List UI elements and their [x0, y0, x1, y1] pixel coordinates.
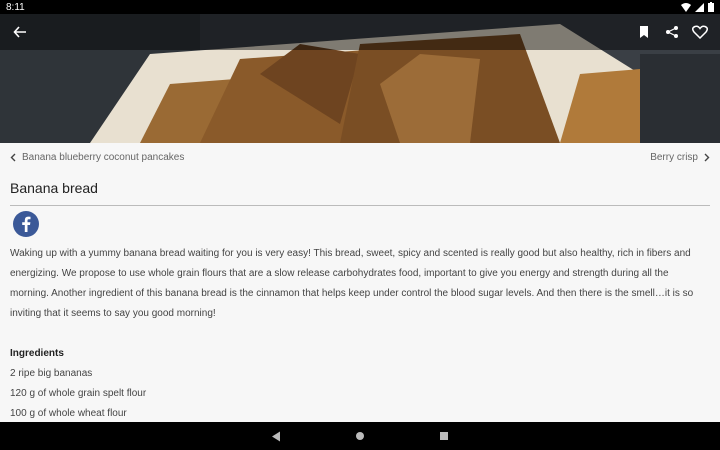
- bookmark-button[interactable]: [632, 20, 656, 44]
- status-bar: 8:11: [0, 0, 720, 14]
- triangle-back-icon: [272, 431, 280, 441]
- chevron-right-icon: [704, 153, 710, 161]
- square-recents-icon: [440, 432, 448, 440]
- heart-icon: [692, 25, 708, 39]
- ingredients-heading: Ingredients: [10, 348, 64, 359]
- battery-icon: [708, 2, 714, 12]
- bookmark-icon: [640, 26, 648, 38]
- hero-toolbar: [0, 14, 720, 50]
- facebook-share-button[interactable]: [13, 211, 39, 237]
- next-recipe-link[interactable]: Berry crisp: [650, 152, 710, 163]
- share-icon: [666, 26, 678, 38]
- ingredient-item: 100 g of whole wheat flour: [10, 408, 127, 419]
- ingredient-item: 2 ripe big bananas: [10, 368, 93, 379]
- chevron-left-icon: [10, 153, 16, 161]
- recipe-description: Waking up with a yummy banana bread wait…: [10, 248, 694, 319]
- share-button[interactable]: [660, 20, 684, 44]
- toolbar-actions: [632, 20, 712, 44]
- arrow-left-icon: [13, 26, 26, 38]
- recipe-content: Waking up with a yummy banana bread wait…: [10, 244, 710, 424]
- signal-icon: [695, 2, 704, 12]
- next-recipe-label: Berry crisp: [650, 151, 698, 163]
- title-divider: [10, 205, 710, 206]
- facebook-icon: [22, 216, 31, 232]
- back-button[interactable]: [8, 20, 32, 44]
- nav-back-button[interactable]: [264, 424, 288, 448]
- previous-recipe-label: Banana blueberry coconut pancakes: [22, 151, 185, 163]
- recipe-hero-image: [0, 14, 720, 143]
- ingredient-item: 120 g of whole grain spelt flour: [10, 388, 147, 399]
- recipe-navigation: Banana blueberry coconut pancakes Berry …: [0, 143, 720, 171]
- status-time: 8:11: [6, 1, 25, 13]
- wifi-icon: [681, 2, 691, 12]
- system-nav-bar: [0, 422, 720, 450]
- recipe-title: Banana bread: [10, 180, 98, 196]
- nav-recents-button[interactable]: [432, 424, 456, 448]
- circle-home-icon: [356, 432, 364, 440]
- status-icons: [681, 2, 714, 12]
- nav-home-button[interactable]: [348, 424, 372, 448]
- previous-recipe-link[interactable]: Banana blueberry coconut pancakes: [10, 152, 184, 163]
- favorite-button[interactable]: [688, 20, 712, 44]
